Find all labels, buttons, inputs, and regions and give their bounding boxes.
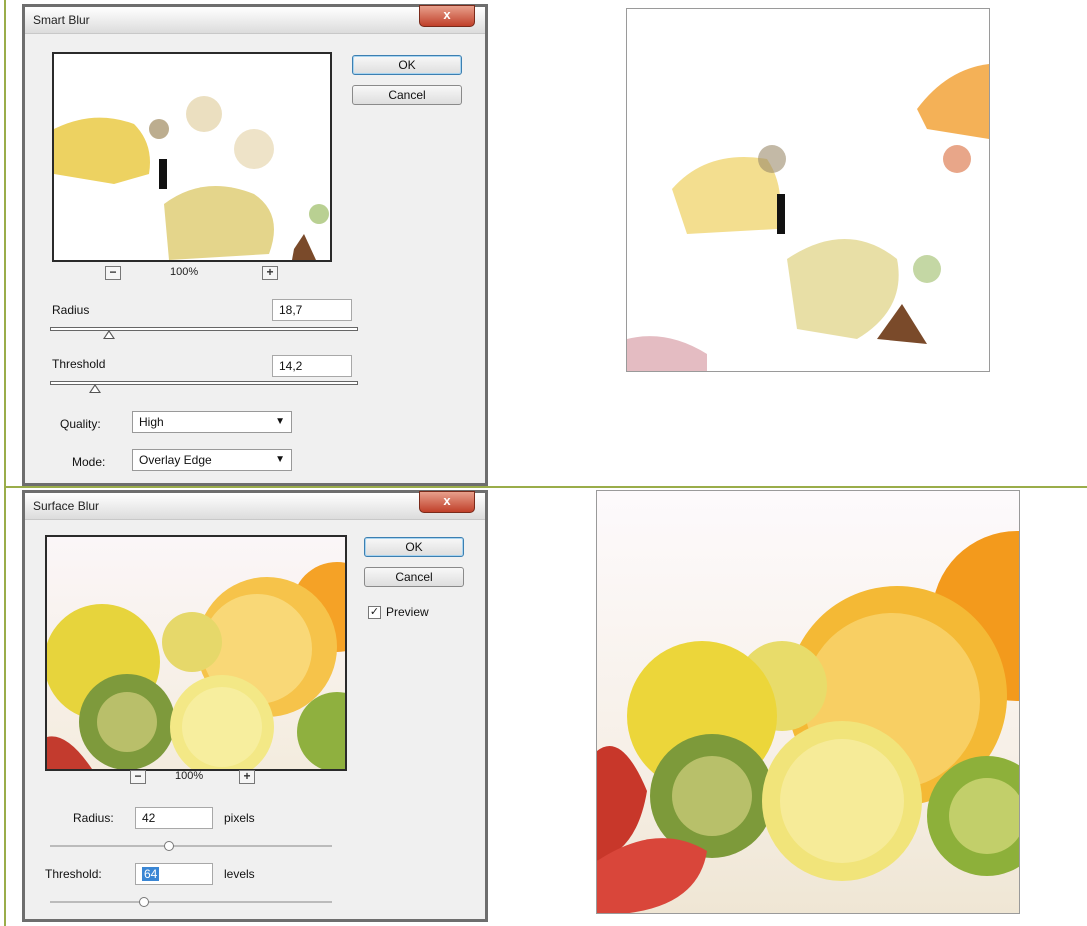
dialog-title: Surface Blur: [33, 499, 100, 513]
radius-slider-thumb[interactable]: [164, 841, 174, 851]
preview-area[interactable]: [45, 535, 347, 771]
preview-fruit-image: [47, 537, 345, 769]
quality-select[interactable]: High ▼: [132, 411, 292, 433]
dialog-title: Smart Blur: [33, 13, 90, 27]
quality-label: Quality:: [60, 417, 101, 431]
threshold-label: Threshold:: [45, 867, 102, 881]
preview-edge-image: [54, 54, 330, 260]
quality-value: High: [139, 415, 164, 429]
vertical-divider-line: [4, 0, 6, 926]
mode-value: Overlay Edge: [139, 453, 212, 467]
mode-select[interactable]: Overlay Edge ▼: [132, 449, 292, 471]
threshold-slider-thumb[interactable]: [89, 384, 101, 393]
threshold-slider-thumb[interactable]: [139, 897, 149, 907]
threshold-slider-track[interactable]: [50, 901, 332, 903]
surface-blur-dialog: Surface Blur x OK Cancel ✓ Preview − 100…: [22, 490, 488, 922]
preview-checkbox[interactable]: ✓: [368, 606, 381, 619]
zoom-level: 100%: [170, 266, 199, 278]
zoom-out-button[interactable]: −: [105, 266, 121, 280]
radius-slider-track[interactable]: [50, 845, 332, 847]
preview-label: Preview: [386, 605, 429, 619]
radius-unit: pixels: [224, 811, 255, 825]
radius-slider-track[interactable]: [50, 327, 358, 331]
zoom-in-button[interactable]: +: [239, 770, 255, 784]
radius-field[interactable]: 18,7: [272, 299, 352, 321]
cancel-button[interactable]: Cancel: [352, 85, 462, 105]
threshold-field[interactable]: 64: [135, 863, 213, 885]
ok-button[interactable]: OK: [352, 55, 462, 75]
preview-area[interactable]: [52, 52, 332, 262]
threshold-field[interactable]: 14,2: [272, 355, 352, 377]
threshold-unit: levels: [224, 867, 255, 881]
zoom-in-button[interactable]: +: [262, 266, 278, 280]
ok-button[interactable]: OK: [364, 537, 464, 557]
zoom-out-button[interactable]: −: [130, 770, 146, 784]
chevron-down-icon: ▼: [275, 454, 285, 465]
surface-blur-titlebar: Surface Blur x: [25, 491, 485, 520]
surface-blur-result-image: [596, 490, 1020, 914]
threshold-value-selected: 64: [142, 867, 160, 881]
chevron-down-icon: ▼: [275, 416, 285, 427]
radius-label: Radius:: [73, 811, 114, 825]
smart-blur-titlebar: Smart Blur x: [25, 5, 485, 34]
close-button[interactable]: x: [419, 491, 475, 513]
radius-label: Radius: [52, 303, 90, 317]
zoom-level: 100%: [175, 770, 204, 782]
threshold-label: Threshold: [52, 357, 106, 371]
mode-label: Mode:: [72, 455, 106, 469]
horizontal-divider-line: [4, 486, 1087, 488]
smart-blur-dialog: Smart Blur x OK Cancel − 100% + Radius 1…: [22, 4, 488, 486]
radius-slider-thumb[interactable]: [103, 330, 115, 339]
close-button[interactable]: x: [419, 5, 475, 27]
radius-field[interactable]: 42: [135, 807, 213, 829]
cancel-button[interactable]: Cancel: [364, 567, 464, 587]
smart-blur-result-image: [626, 8, 990, 372]
